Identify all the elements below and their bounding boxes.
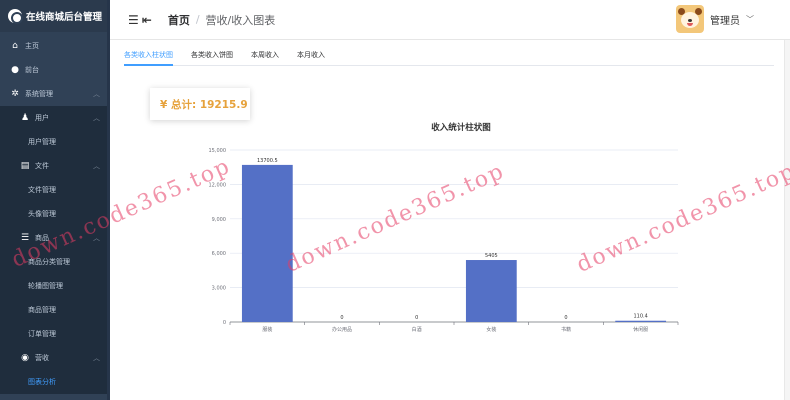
x-tick-label: 服装: [262, 326, 272, 333]
sidebar-item-home[interactable]: ⌂ 主页: [0, 34, 110, 58]
sidebar-item-file-manage[interactable]: 文件管理: [0, 178, 110, 202]
x-tick-label: 办公用品: [332, 326, 352, 333]
bar-value-label: 13700.5: [257, 158, 278, 164]
sidebar-item-user-manage[interactable]: 用户管理: [0, 130, 110, 154]
tab-week-income[interactable]: 本周收入: [251, 50, 279, 65]
total-card: ¥ 总计: 19215.9: [150, 88, 250, 120]
bar: [465, 260, 517, 322]
tab-bar-chart[interactable]: 各类收入柱状图: [124, 50, 173, 66]
top-header: ☰ ⇤ 首页 / 营收/收入图表 管理员 ﹀: [110, 0, 790, 40]
sidebar-item-goods-manage[interactable]: 商品管理: [0, 298, 110, 322]
x-tick-label: 女装: [486, 326, 496, 333]
chevron-up-icon: ︿: [93, 114, 100, 122]
sidebar-item-carousel-manage[interactable]: 轮播图管理: [0, 274, 110, 298]
bar-value-label: 0: [415, 315, 418, 321]
bar-value-label: 110.4: [634, 314, 648, 320]
sidebar-item-label: 文件管理: [28, 186, 56, 194]
brand-title: 在线商城后台管理: [26, 12, 103, 23]
bar-value-label: 0: [340, 315, 343, 321]
avatar[interactable]: [676, 5, 704, 33]
user-menu[interactable]: 管理员 ﹀: [676, 5, 754, 33]
brand-logo-icon: [8, 9, 23, 24]
chart-tabs: 各类收入柱状图 各类收入饼图 本周收入 本月收入: [124, 50, 774, 66]
sidebar-item-file[interactable]: ▤ 文件 ︿: [0, 154, 110, 178]
chart-title: 收入统计柱状图: [431, 122, 491, 133]
x-tick-label: 书籍: [561, 326, 571, 333]
sidebar-item-label: 前台: [25, 66, 39, 74]
sidebar-item-system[interactable]: ✲ 系统管理 ︿: [0, 82, 110, 106]
breadcrumb: 首页 / 营收/收入图表: [168, 12, 275, 28]
x-tick-label: 休闲服: [633, 326, 648, 333]
globe-icon: ●: [11, 65, 19, 75]
breadcrumb-home[interactable]: 首页: [168, 12, 190, 28]
content-scrollbar[interactable]: [784, 40, 790, 400]
sidebar: 在线商城后台管理 ⌂ 主页 ● 前台 ✲ 系统管理 ︿ ♟ 用户 ︿ 用户管理 …: [0, 0, 110, 400]
chevron-down-icon[interactable]: ﹀: [746, 14, 754, 25]
sidebar-item-chart-analysis[interactable]: 图表分析: [0, 370, 110, 394]
sidebar-item-frontend[interactable]: ● 前台: [0, 58, 110, 82]
brand: 在线商城后台管理: [0, 0, 110, 32]
y-tick-label: 9,000: [212, 217, 226, 223]
tab-pie-chart[interactable]: 各类收入饼图: [191, 50, 233, 65]
sidebar-item-label: 商品管理: [28, 306, 56, 314]
bar-value-label: 0: [564, 315, 567, 321]
sidebar-item-label: 系统管理: [25, 90, 53, 98]
y-tick-label: 3,000: [212, 286, 226, 292]
sidebar-item-label: 用户管理: [28, 138, 56, 146]
chevron-up-icon: ︿: [93, 90, 100, 98]
user-icon: ♟: [20, 113, 30, 123]
bar-value-label: 5405: [485, 253, 498, 259]
sidebar-item-label: 用户: [35, 114, 49, 122]
username[interactable]: 管理员: [710, 12, 740, 27]
total-amount: ¥ 总计: 19215.9: [160, 98, 248, 111]
menu-toggle-icon[interactable]: ☰: [128, 13, 139, 27]
x-tick-label: 白酒: [412, 326, 422, 333]
bar: [615, 320, 667, 322]
chevron-up-icon: ︿: [93, 162, 100, 170]
bar: [241, 164, 293, 322]
breadcrumb-current: 营收/收入图表: [205, 13, 276, 27]
breadcrumb-separator: /: [195, 13, 200, 26]
file-icon: ▤: [20, 161, 30, 171]
sidebar-item-label: 订单管理: [28, 330, 56, 338]
sidebar-item-label: 营收: [35, 354, 49, 362]
sidebar-item-label: 头像管理: [28, 210, 56, 218]
gear-icon: ✲: [11, 89, 19, 99]
collapse-arrow-icon[interactable]: ⇤: [142, 13, 152, 27]
tab-month-income[interactable]: 本月收入: [297, 50, 325, 65]
sidebar-item-user[interactable]: ♟ 用户 ︿: [0, 106, 110, 130]
sidebar-item-order-manage[interactable]: 订单管理: [0, 322, 110, 346]
y-tick-label: 0: [223, 320, 226, 326]
chevron-up-icon: ︿: [93, 354, 100, 362]
home-icon: ⌂: [12, 41, 18, 51]
revenue-icon: ◉: [21, 353, 29, 363]
y-tick-label: 6,000: [212, 251, 226, 257]
sidebar-item-label: 主页: [25, 42, 39, 50]
sidebar-item-revenue[interactable]: ◉ 营收 ︿: [0, 346, 110, 370]
sidebar-item-label: 图表分析: [28, 378, 56, 386]
sidebar-item-label: 文件: [35, 162, 49, 170]
sidebar-item-label: 轮播图管理: [28, 282, 63, 290]
